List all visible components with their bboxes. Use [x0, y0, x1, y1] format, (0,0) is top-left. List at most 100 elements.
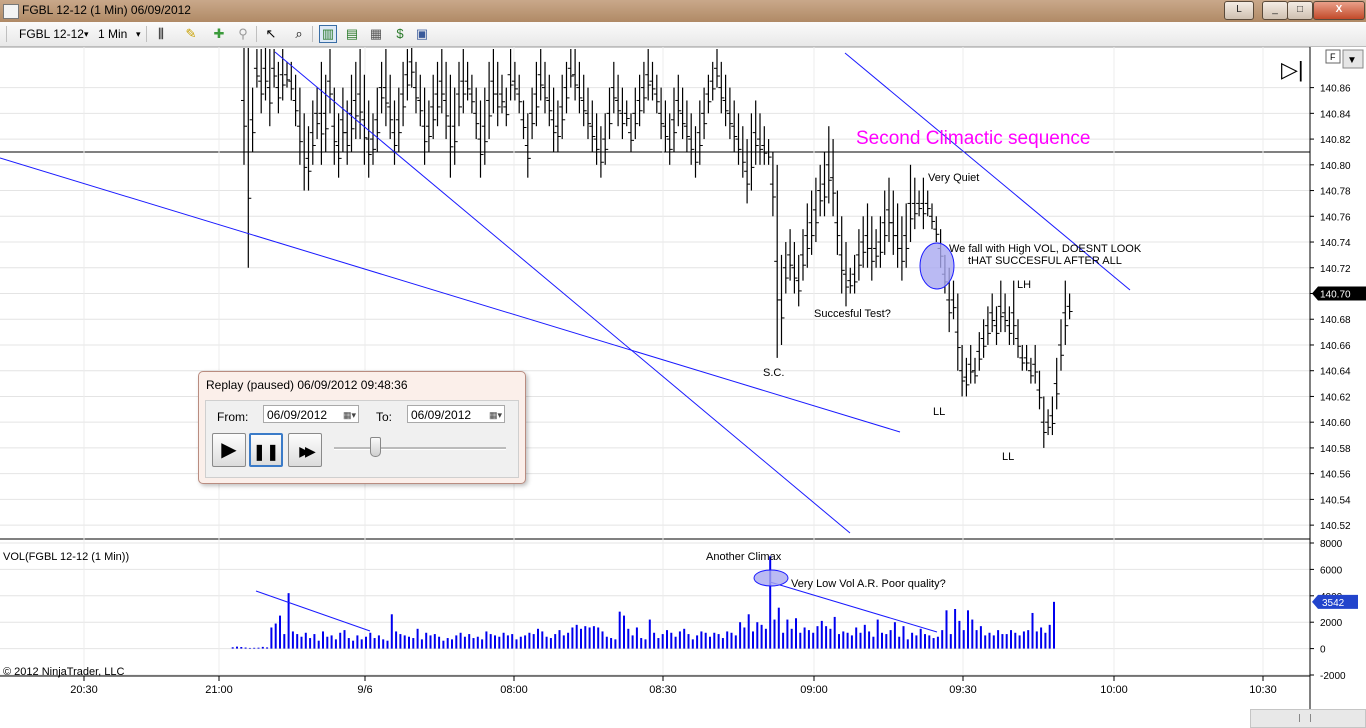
f-button-label: F [1330, 52, 1336, 62]
scroll-thumb-grip[interactable] [1299, 714, 1311, 722]
chart-toolbar: FGBL 12-12 ▾ 1 Min ▾ ⫼ ✎ ✚ ⚲ ↖ ⌕ ▥ ▤ ▦ $… [0, 22, 1366, 47]
toolbar-grip [6, 26, 7, 42]
price-tick-label: 140.56 [1320, 470, 1351, 481]
close-button[interactable]: X [1313, 1, 1365, 20]
volume-tick-label: 0 [1320, 645, 1326, 656]
last-volume-label: 3542 [1322, 598, 1345, 609]
price-tick-label: 140.66 [1320, 341, 1351, 352]
annotation-very-low-vol: Very Low Vol A.R. Poor quality? [791, 578, 946, 590]
calendar-icon[interactable]: ▦▾ [343, 406, 356, 424]
volume-trendline-1 [255, 590, 371, 632]
replay-panel: Replay (paused) 06/09/2012 09:48:36 From… [198, 371, 526, 484]
annotation-lh: LH [1017, 279, 1031, 291]
zoom-icon[interactable]: ⌕ [290, 25, 308, 43]
to-date-picker[interactable]: 06/09/2012 ▦▾ [407, 405, 505, 423]
volume-tick-label: 2000 [1320, 618, 1343, 629]
price-tick-label: 140.74 [1320, 238, 1351, 249]
interval-dropdown-icon[interactable]: ▾ [136, 25, 141, 43]
price-tick-label: 140.54 [1320, 495, 1351, 506]
annotation-ll-1: LL [933, 406, 945, 418]
title-bar: FGBL 12-12 (1 Min) 06/09/2012 L _ □ X [0, 0, 1366, 22]
price-tick-label: 140.58 [1320, 444, 1351, 455]
annotation-high-vol-2: tHAT SUCCESFUL AFTER ALL [968, 255, 1122, 267]
chart-trader-icon[interactable]: ▥ [319, 25, 337, 43]
time-tick-label: 08:30 [649, 684, 677, 696]
price-tick-label: 140.52 [1320, 521, 1351, 532]
time-tick-label: 20:30 [70, 684, 98, 696]
annotation-another-climax: Another Climax [706, 551, 782, 563]
instrument-selector[interactable]: FGBL 12-12 [19, 25, 84, 43]
price-tick-label: 140.72 [1320, 264, 1351, 275]
properties-icon[interactable]: ▣ [413, 25, 431, 43]
from-date-value: 06/09/2012 [267, 408, 328, 422]
replay-controls: From: 06/09/2012 ▦▾ To: 06/09/2012 ▦▾ ▶ … [205, 400, 519, 478]
performance-icon[interactable]: ▦ [367, 25, 385, 43]
play-icon: ▶ [221, 439, 237, 461]
fast-forward-button[interactable]: ▶▶ [288, 433, 322, 467]
data-box-icon[interactable]: ▤ [343, 25, 361, 43]
toolbar-separator [256, 26, 257, 42]
price-tick-label: 140.64 [1320, 367, 1351, 378]
price-tick-label: 140.78 [1320, 187, 1351, 198]
annotation-ll-2: LL [1002, 451, 1014, 463]
replay-title: Replay (paused) 06/09/2012 09:48:36 [206, 378, 408, 392]
annotation-second-climactic: Second Climactic sequence [856, 128, 1090, 149]
time-tick-label: 10:00 [1100, 684, 1128, 696]
from-label: From: [217, 410, 249, 424]
price-tick-label: 140.76 [1320, 212, 1351, 223]
ninjatrader-chart-icon [3, 4, 19, 19]
instrument-dropdown-icon[interactable]: ▾ [84, 25, 89, 43]
panel-menu-icon: ▼ [1347, 55, 1357, 66]
interval-selector[interactable]: 1 Min [98, 25, 127, 43]
replay-speed-track[interactable] [334, 447, 506, 450]
price-tick-label: 140.60 [1320, 418, 1351, 429]
pencil-icon[interactable]: ✎ [182, 25, 200, 43]
pointer-icon[interactable]: ↖ [262, 25, 280, 43]
time-tick-label: 10:30 [1249, 684, 1277, 696]
to-label: To: [376, 410, 393, 424]
pause-button[interactable]: ❚❚ [249, 433, 283, 467]
price-tick-label: 140.84 [1320, 109, 1351, 120]
link-button[interactable]: L [1224, 1, 1254, 20]
time-tick-label: 09:30 [949, 684, 977, 696]
volume-bars [231, 556, 1055, 649]
last-price-label: 140.70 [1320, 290, 1351, 301]
minimize-button[interactable]: _ [1262, 1, 1288, 20]
time-tick-label: 09:00 [800, 684, 828, 696]
price-tick-label: 140.86 [1320, 84, 1351, 95]
volume-climax-ellipse [753, 569, 789, 587]
dollar-icon[interactable]: $ [391, 25, 409, 43]
price-tick-label: 140.82 [1320, 135, 1351, 146]
volume-panel-title: VOL(FGBL 12-12 (1 Min)) [3, 551, 129, 563]
annotation-succesful-test: Succesful Test? [814, 308, 891, 320]
time-tick-label: 9/6 [357, 684, 372, 696]
time-tick-label: 08:00 [500, 684, 528, 696]
from-date-picker[interactable]: 06/09/2012 ▦▾ [263, 405, 359, 423]
toolbar-separator [146, 26, 147, 42]
calendar-icon[interactable]: ▦▾ [489, 406, 502, 424]
window-title: FGBL 12-12 (1 Min) 06/09/2012 [22, 3, 191, 17]
time-tick-label: 21:00 [205, 684, 233, 696]
to-date-value: 06/09/2012 [411, 408, 472, 422]
fast-forward-icon: ▶▶ [299, 443, 315, 459]
annotation-sc: S.C. [763, 367, 784, 379]
horizontal-scrollbar[interactable] [1250, 709, 1366, 728]
price-tick-label: 140.62 [1320, 392, 1351, 403]
annotation-high-vol-1: We fall with High VOL, DOESNT LOOK [949, 243, 1142, 255]
price-tick-label: 140.80 [1320, 161, 1351, 172]
toolbar-separator [312, 26, 313, 42]
play-button[interactable]: ▶ [212, 433, 246, 467]
volume-tick-label: 6000 [1320, 565, 1343, 576]
chart-grid [0, 47, 1310, 676]
pause-icon: ❚❚ [252, 444, 280, 461]
pin-icon[interactable]: ⚲ [234, 25, 252, 43]
plus-icon[interactable]: ✚ [210, 25, 228, 43]
bars-icon[interactable]: ⫼ [152, 25, 170, 43]
volume-tick-label: 8000 [1320, 539, 1343, 550]
price-tick-label: 140.68 [1320, 315, 1351, 326]
replay-speed-slider[interactable] [370, 437, 382, 457]
maximize-button[interactable]: □ [1287, 1, 1313, 20]
volume-tick-label: -2000 [1320, 671, 1346, 682]
scroll-to-end-icon: ▷| [1281, 57, 1304, 82]
annotation-very-quiet: Very Quiet [928, 172, 979, 184]
